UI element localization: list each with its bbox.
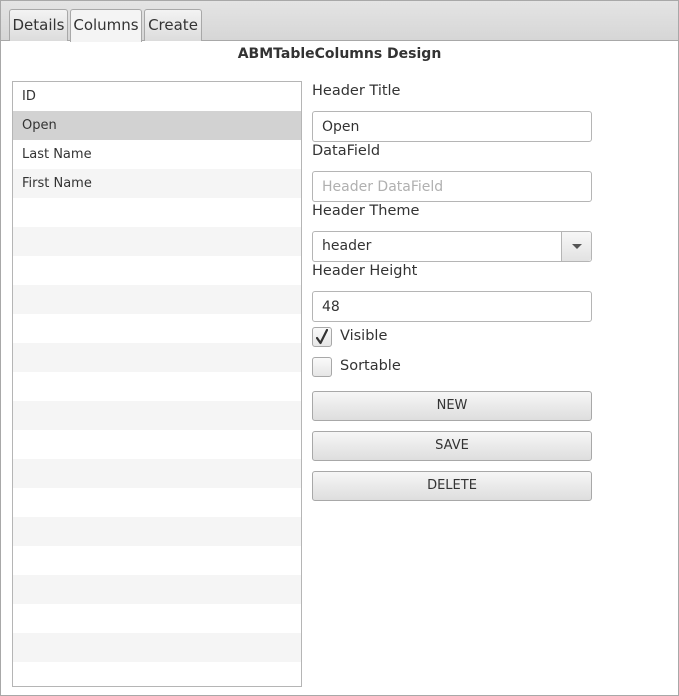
header-title-input[interactable]: [312, 111, 592, 142]
tab-columns[interactable]: Columns: [70, 9, 142, 42]
list-item[interactable]: ID: [13, 82, 301, 111]
list-empty-row: [13, 459, 301, 488]
list-empty-row: [13, 198, 301, 227]
new-button[interactable]: NEW: [312, 391, 592, 421]
list-empty-row: [13, 430, 301, 459]
list-empty-row: [13, 285, 301, 314]
list-empty-row: [13, 256, 301, 285]
list-item[interactable]: Last Name: [13, 140, 301, 169]
delete-button[interactable]: DELETE: [312, 471, 592, 501]
list-empty-row: [13, 633, 301, 662]
datafield-input[interactable]: [312, 171, 592, 202]
header-theme-label: Header Theme: [312, 203, 420, 219]
list-empty-row: [13, 372, 301, 401]
sortable-checkbox[interactable]: [312, 357, 332, 377]
datafield-label: DataField: [312, 143, 381, 159]
app-window: Details Columns Create ABMTableColumns D…: [0, 0, 679, 696]
list-empty-row: [13, 575, 301, 604]
column-list[interactable]: ID Open Last Name First Name: [12, 81, 302, 687]
header-height-input[interactable]: [312, 291, 592, 322]
tab-bar: Details Columns Create: [1, 1, 678, 42]
list-item[interactable]: First Name: [13, 169, 301, 198]
visible-label: Visible: [340, 328, 388, 344]
list-empty-row: [13, 517, 301, 546]
chevron-down-icon[interactable]: [561, 232, 591, 261]
page-title: ABMTableColumns Design: [237, 46, 442, 62]
tab-details[interactable]: Details: [9, 9, 68, 41]
list-empty-row: [13, 604, 301, 633]
list-empty-row: [13, 227, 301, 256]
save-button[interactable]: SAVE: [312, 431, 592, 461]
list-empty-row: [13, 401, 301, 430]
list-empty-row: [13, 343, 301, 372]
header-title-label: Header Title: [312, 83, 401, 99]
header-theme-value: header: [322, 238, 372, 254]
list-empty-row: [13, 546, 301, 575]
list-empty-row: [13, 314, 301, 343]
checkmark-icon: [316, 329, 328, 345]
list-item[interactable]: Open: [13, 111, 301, 140]
visible-checkbox[interactable]: [312, 327, 332, 347]
header-theme-select[interactable]: header: [312, 231, 592, 262]
tab-create[interactable]: Create: [144, 9, 202, 41]
sortable-label: Sortable: [340, 358, 401, 374]
list-empty-row: [13, 488, 301, 517]
header-height-label: Header Height: [312, 263, 418, 279]
list-empty-row: [13, 662, 301, 686]
